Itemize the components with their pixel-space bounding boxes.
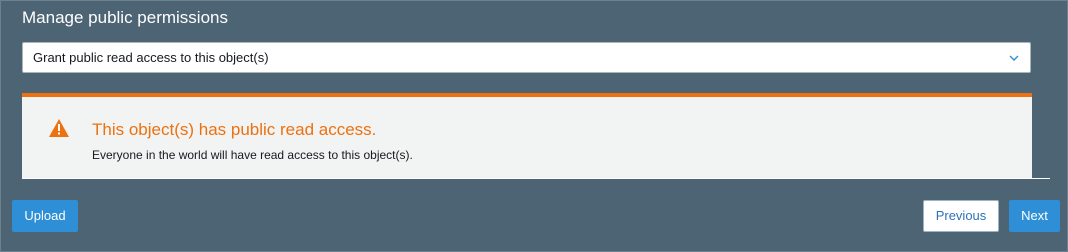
alert-title: This object(s) has public read access. [92,120,377,139]
next-button[interactable]: Next [1009,200,1060,232]
divider [22,178,1050,179]
warning-icon [49,119,69,137]
alert-message: Everyone in the world will have read acc… [92,148,413,162]
section-title: Manage public permissions [22,8,228,27]
upload-permissions-panel: Manage public permissions Grant public r… [0,0,1068,252]
chevron-down-icon [1009,55,1019,61]
public-permissions-select[interactable]: Grant public read access to this object(… [22,42,1031,73]
public-access-alert: This object(s) has public read access. E… [22,93,1032,179]
upload-button[interactable]: Upload [12,200,78,232]
previous-button[interactable]: Previous [923,200,999,232]
select-value: Grant public read access to this object(… [33,50,269,65]
